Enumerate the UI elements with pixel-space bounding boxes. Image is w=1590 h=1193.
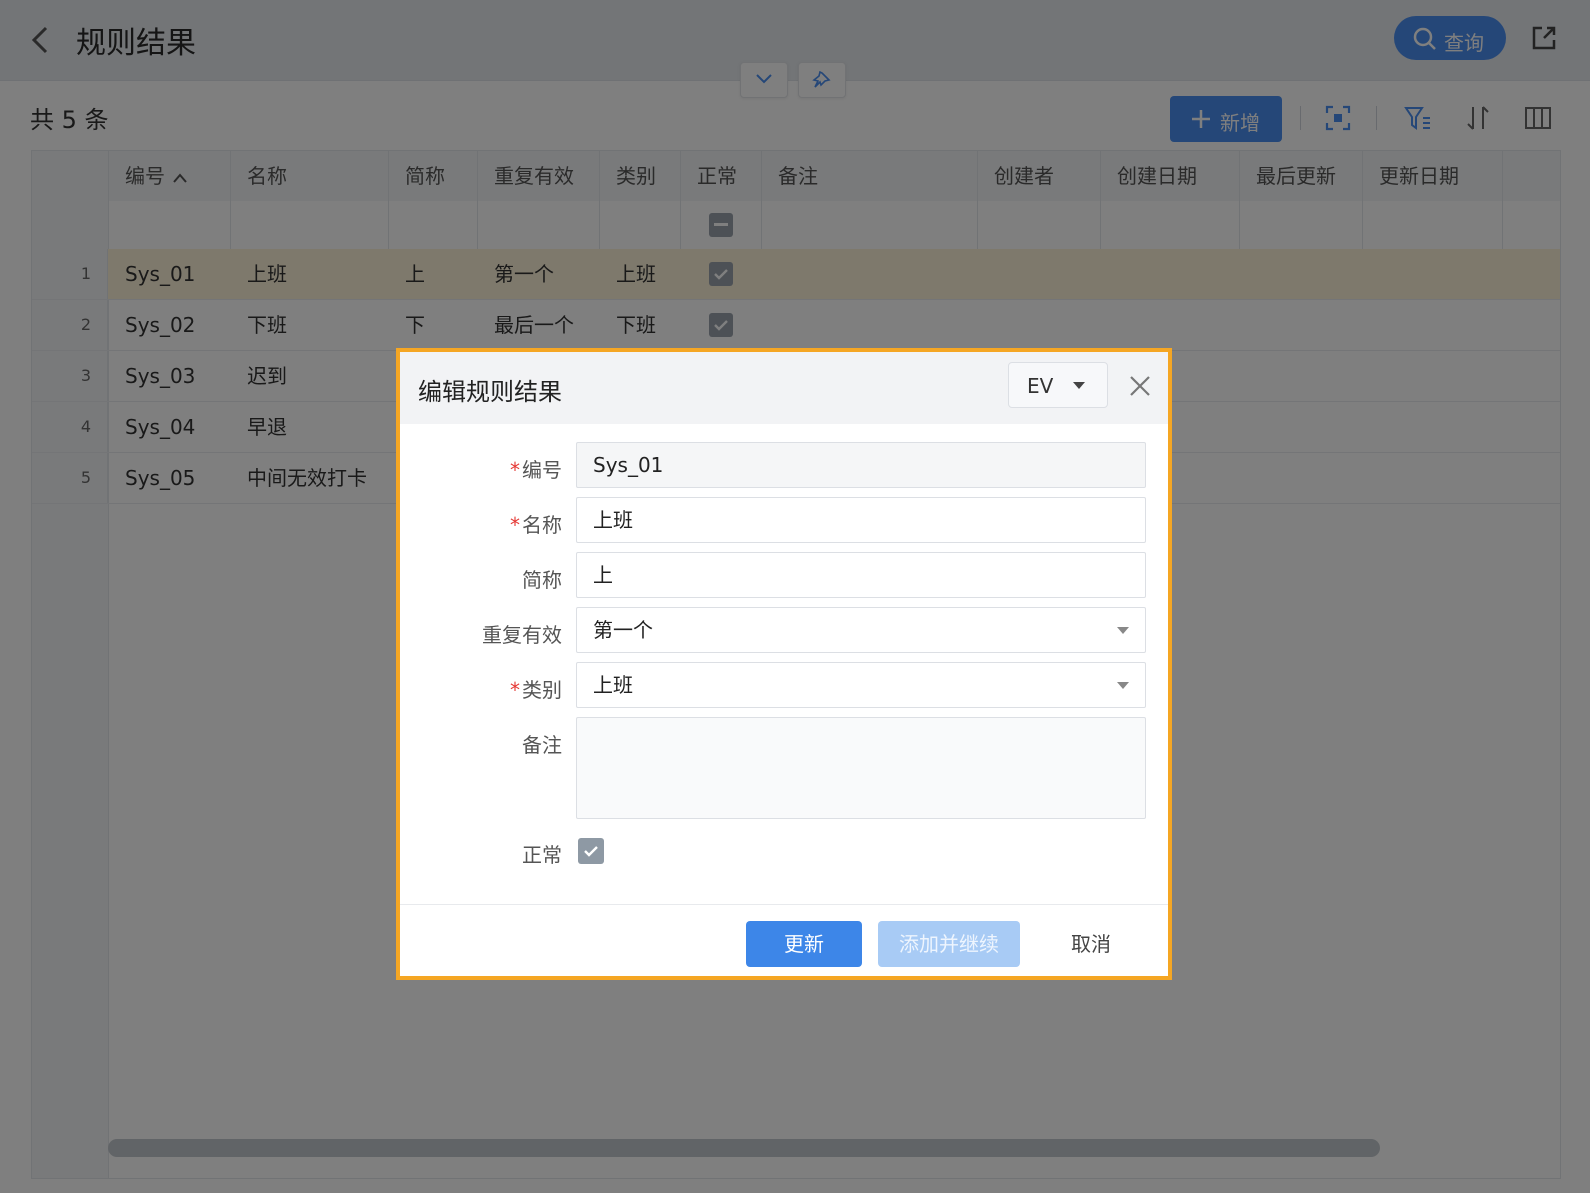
- caret-down-icon: [1117, 682, 1129, 689]
- add-and-continue-button[interactable]: 添加并继续: [878, 921, 1020, 967]
- caret-down-icon: [1117, 627, 1129, 634]
- check-icon: [584, 846, 598, 857]
- label-text: 编号: [522, 458, 562, 482]
- language-select[interactable]: EV: [1008, 362, 1108, 408]
- remark-textarea[interactable]: [576, 717, 1146, 819]
- label-text: 类别: [522, 678, 562, 702]
- field-label-short: 简称: [522, 568, 562, 592]
- close-icon[interactable]: [1128, 374, 1152, 398]
- repeat-select[interactable]: 第一个: [576, 607, 1146, 653]
- field-label-remark: 备注: [522, 733, 562, 757]
- normal-checkbox[interactable]: [578, 838, 604, 864]
- required-mark: *: [510, 513, 520, 537]
- field-label-code: * 编号: [400, 454, 562, 483]
- short-name-value: 上: [593, 563, 613, 587]
- label-text: 名称: [522, 513, 562, 537]
- name-input[interactable]: 上班: [576, 497, 1146, 543]
- required-mark: *: [510, 678, 520, 702]
- field-label-repeat: 重复有效: [482, 623, 562, 647]
- code-value: Sys_01: [593, 453, 664, 477]
- name-value: 上班: [593, 508, 633, 532]
- dialog-title: 编辑规则结果: [418, 378, 562, 406]
- field-label-name: * 名称: [400, 509, 562, 538]
- cancel-button[interactable]: 取消: [1046, 921, 1136, 967]
- update-button[interactable]: 更新: [746, 921, 862, 967]
- field-label-category: * 类别: [400, 674, 562, 703]
- short-name-input[interactable]: 上: [576, 552, 1146, 598]
- dialog-header: 编辑规则结果 EV: [400, 352, 1168, 424]
- category-value: 上班: [593, 673, 633, 697]
- edit-dialog: 编辑规则结果 EV * 编号 Sys_01 * 名称 上班 简称 上 重复有效 第一…: [396, 348, 1172, 980]
- app-window: 规则结果 查询 共 5 条 新增: [0, 0, 1590, 1193]
- language-value: EV: [1027, 374, 1054, 398]
- code-input[interactable]: Sys_01: [576, 442, 1146, 488]
- category-select[interactable]: 上班: [576, 662, 1146, 708]
- required-mark: *: [510, 458, 520, 482]
- repeat-value: 第一个: [593, 618, 653, 642]
- field-label-normal: 正常: [522, 843, 562, 867]
- caret-down-icon: [1073, 382, 1085, 389]
- dialog-footer: 更新 添加并继续 取消: [400, 904, 1168, 981]
